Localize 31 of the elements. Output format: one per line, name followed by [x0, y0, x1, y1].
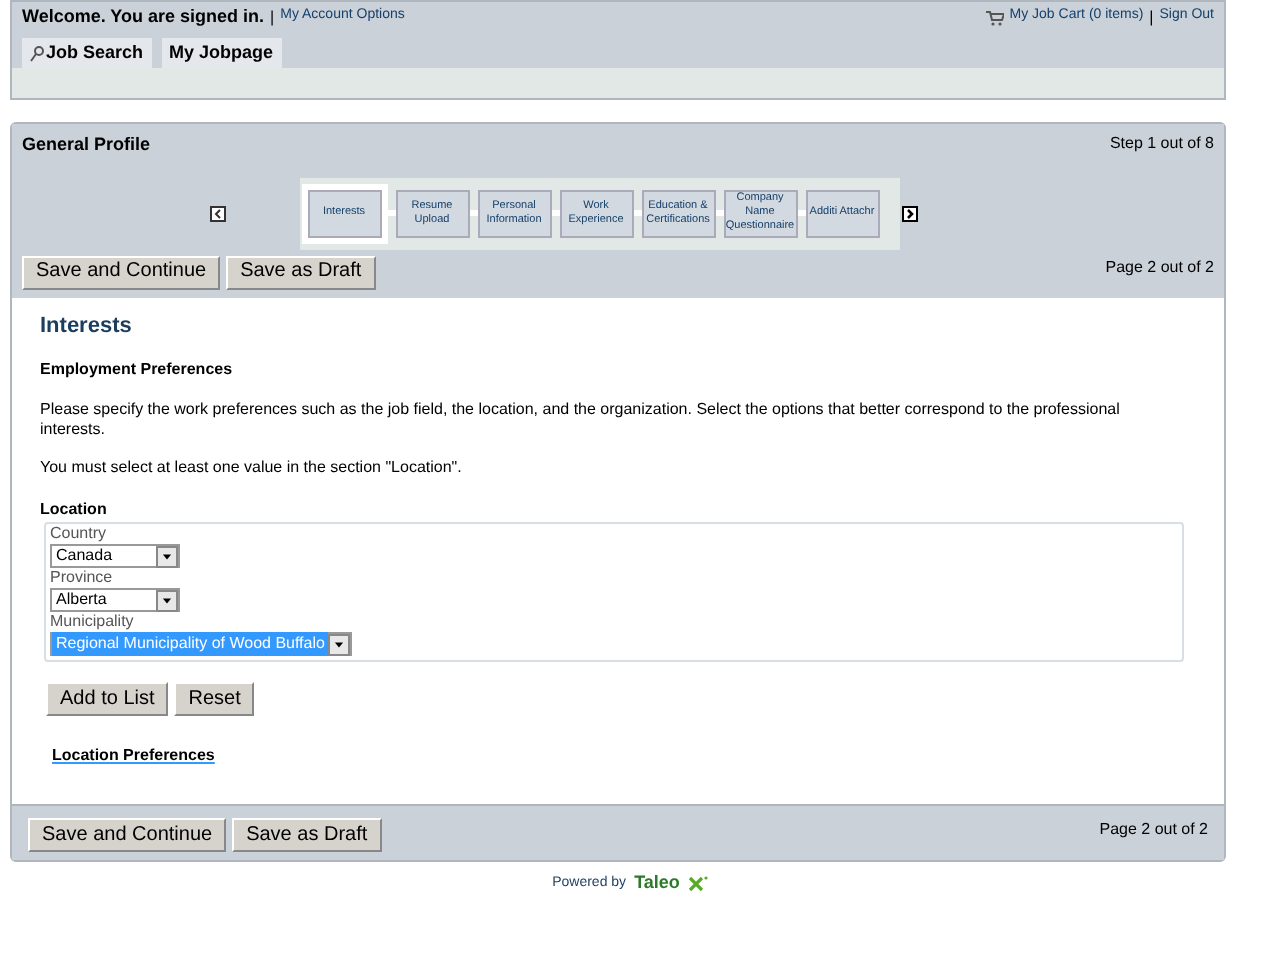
field-label: Country — [50, 524, 109, 544]
save-button[interactable]: Save as Draft — [226, 255, 376, 289]
location-title: Location — [40, 498, 109, 522]
separator: | — [270, 5, 275, 29]
field-label: Province — [50, 568, 115, 588]
cart-icon — [985, 9, 1004, 25]
dropdown[interactable]: Alberta — [50, 588, 180, 612]
brand-logo: Taleo — [634, 870, 680, 896]
nav-tab[interactable]: Job Search — [22, 38, 152, 68]
form-button[interactable]: Add to List — [46, 682, 169, 716]
dropdown[interactable]: Canada — [50, 544, 180, 568]
section-heading: Interests — [40, 311, 134, 341]
save-button[interactable]: Save and Continue — [22, 255, 221, 289]
instruction-text: Please specify the work preferences such as the job field, the location, and the organization. Select the options that better correspond to the professional interests. — [40, 400, 1122, 440]
scroll-left-icon[interactable] — [209, 205, 225, 221]
location-preferences-link[interactable]: Location Preferences — [52, 744, 215, 768]
welcome-text: Welcome. You are signed in. — [22, 3, 265, 30]
scroll-right-icon[interactable] — [901, 205, 917, 221]
page-counter: Page 2 out of 2 — [1099, 818, 1208, 842]
save-button[interactable]: Save as Draft — [232, 818, 382, 852]
save-button[interactable]: Save and Continue — [28, 818, 227, 852]
step-counter: Step 1 out of 8 — [1109, 132, 1214, 156]
form-button[interactable]: Reset — [174, 682, 255, 716]
field-label: Municipality — [50, 612, 136, 632]
instruction-text: You must select at least one value in the section "Location". — [40, 458, 464, 478]
separator: | — [1149, 5, 1154, 29]
page-counter: Page 2 out of 2 — [1105, 255, 1214, 279]
nav-tab[interactable]: My Jobpage — [161, 38, 282, 68]
section-subheading: Employment Preferences — [40, 358, 235, 382]
brand-mark-icon — [687, 875, 708, 892]
profile-title: General Profile — [22, 132, 151, 158]
